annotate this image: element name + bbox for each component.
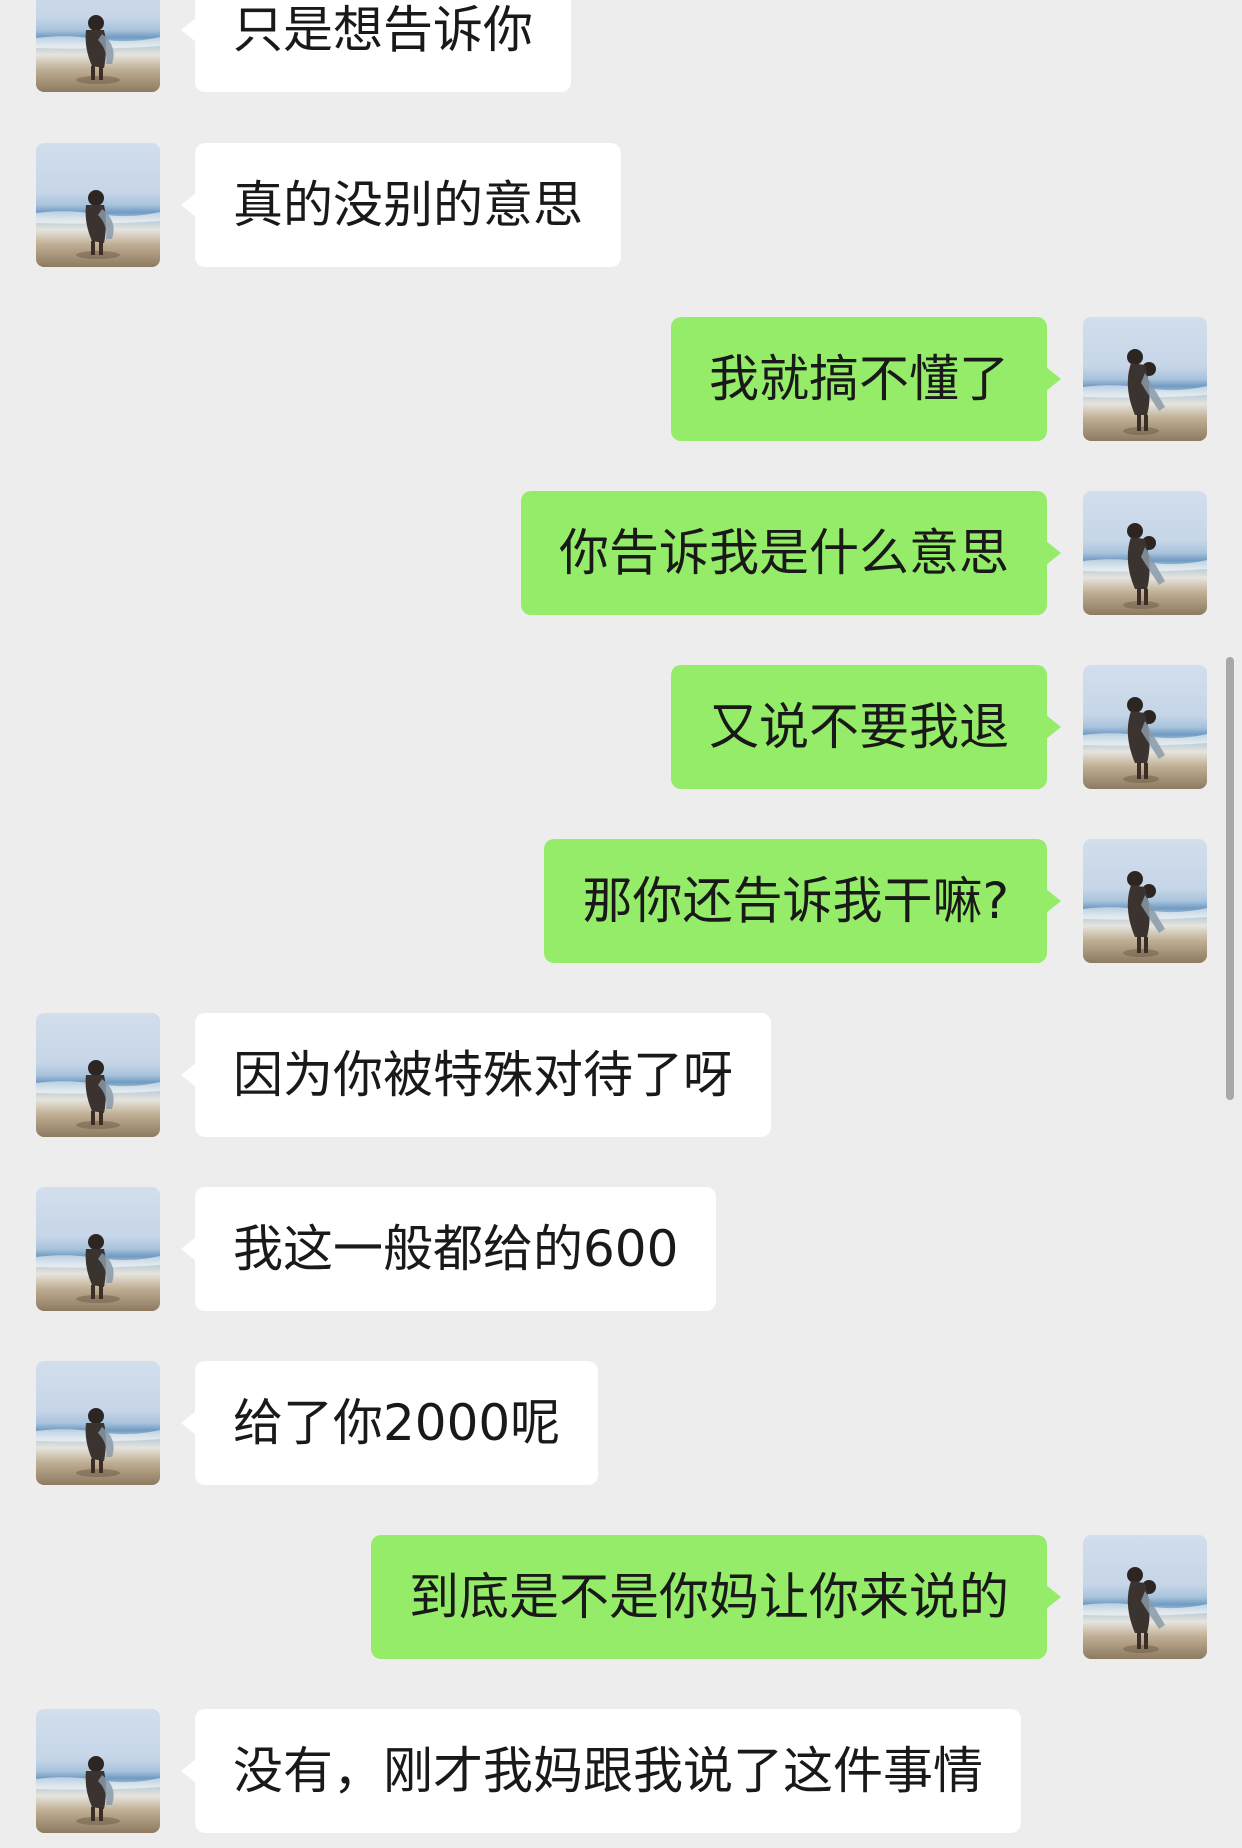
message-row: 真的没别的意思 xyxy=(0,143,1242,267)
incoming-message-bubble[interactable]: 只是想告诉你 xyxy=(181,0,571,92)
contact-avatar[interactable] xyxy=(36,1187,160,1311)
contact-avatar[interactable] xyxy=(36,143,160,267)
incoming-message-bubble[interactable]: 我这一般都给的600 xyxy=(180,1187,717,1311)
message-row: 只是想告诉你 xyxy=(0,0,1242,92)
contact-avatar[interactable] xyxy=(36,1361,160,1485)
incoming-message-bubble[interactable]: 给了你2000呢 xyxy=(180,1361,599,1485)
outgoing-message-bubble[interactable]: 你告诉我是什么意思 xyxy=(521,491,1061,615)
message-row: 我这一般都给的600 xyxy=(0,1187,1242,1311)
outgoing-message-bubble[interactable]: 到底是不是你妈让你来说的 xyxy=(371,1535,1061,1659)
message-row: 给了你2000呢 xyxy=(0,1361,1242,1485)
self-avatar[interactable] xyxy=(1083,839,1207,963)
self-avatar[interactable] xyxy=(1083,1535,1207,1659)
message-row: 到底是不是你妈让你来说的 xyxy=(0,1535,1242,1659)
self-avatar[interactable] xyxy=(1083,317,1207,441)
outgoing-message-bubble[interactable]: 那你还告诉我干嘛? xyxy=(544,839,1061,963)
message-row: 我就搞不懂了 xyxy=(0,317,1242,441)
outgoing-message-bubble[interactable]: 又说不要我退 xyxy=(671,665,1061,789)
chat-message-list[interactable]: 只是想告诉你 真的没别的意思 我就搞不懂了 你告诉我是什么意思 又说不要我退 那… xyxy=(0,0,1242,1848)
incoming-message-bubble[interactable]: 因为你被特殊对待了呀 xyxy=(181,1013,771,1137)
contact-avatar[interactable] xyxy=(36,1709,160,1833)
message-row: 因为你被特殊对待了呀 xyxy=(0,1013,1242,1137)
message-row: 又说不要我退 xyxy=(0,665,1242,789)
self-avatar[interactable] xyxy=(1083,665,1207,789)
message-row: 你告诉我是什么意思 xyxy=(0,491,1242,615)
contact-avatar[interactable] xyxy=(36,1013,160,1137)
message-row: 没有，刚才我妈跟我说了这件事情 xyxy=(0,1709,1242,1833)
contact-avatar[interactable] xyxy=(36,0,160,92)
self-avatar[interactable] xyxy=(1083,491,1207,615)
outgoing-message-bubble[interactable]: 我就搞不懂了 xyxy=(671,317,1061,441)
message-row: 那你还告诉我干嘛? xyxy=(0,839,1242,963)
scrollbar[interactable] xyxy=(1226,657,1234,1100)
incoming-message-bubble[interactable]: 真的没别的意思 xyxy=(181,143,621,267)
incoming-message-bubble[interactable]: 没有，刚才我妈跟我说了这件事情 xyxy=(181,1709,1021,1833)
